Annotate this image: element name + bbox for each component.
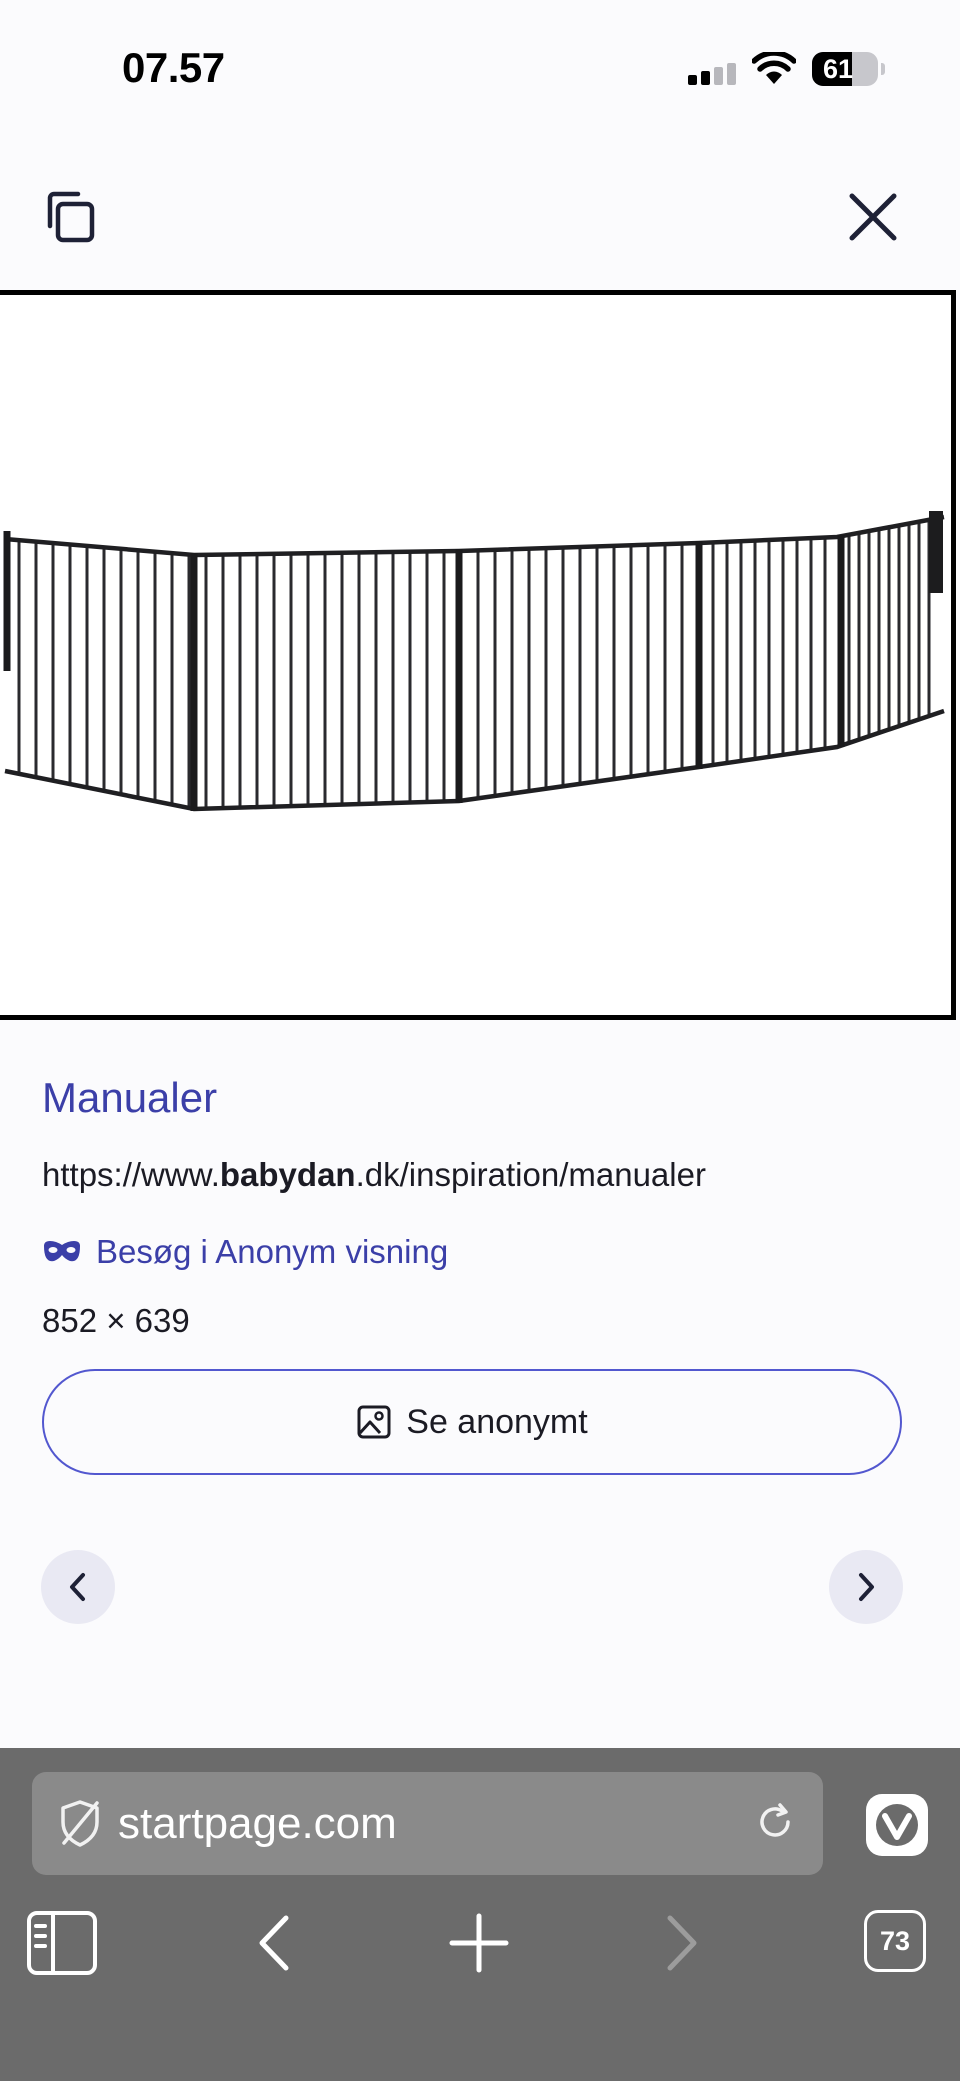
reload-icon[interactable] (755, 1802, 795, 1842)
wifi-icon (752, 52, 796, 84)
url-suffix: .dk/inspiration/manualer (355, 1156, 706, 1193)
panel-icon[interactable] (26, 1910, 100, 1976)
address-text[interactable]: startpage.com (118, 1799, 397, 1849)
forward-arrow-icon[interactable] (660, 1910, 704, 1976)
view-anonymously-button[interactable]: Se anonymt (42, 1369, 902, 1475)
previous-image-button[interactable] (41, 1550, 115, 1624)
chevron-right-icon (859, 1573, 874, 1601)
address-bar[interactable]: startpage.com (32, 1772, 823, 1875)
tab-count-button[interactable]: 73 (864, 1910, 926, 1972)
battery-icon: 61 (812, 52, 885, 86)
shield-slash-icon[interactable] (58, 1799, 102, 1849)
copy-button[interactable] (40, 186, 102, 248)
result-title[interactable]: Manualer (42, 1074, 217, 1122)
copy-icon (47, 191, 95, 243)
back-arrow-icon[interactable] (252, 1910, 296, 1976)
battery-percent: 61 (822, 54, 854, 84)
image-viewer[interactable] (0, 290, 956, 1020)
anonymous-view-label: Besøg i Anonym visning (96, 1233, 449, 1270)
baby-gate-image (3, 511, 945, 812)
image-icon (357, 1405, 391, 1439)
view-anonymously-label: Se anonymt (406, 1402, 588, 1441)
status-time: 07.57 (122, 44, 225, 91)
url-prefix: https://www. (42, 1156, 220, 1193)
signal-icon (688, 63, 736, 85)
close-button[interactable] (842, 186, 904, 248)
plus-icon[interactable] (448, 1910, 510, 1976)
mask-icon (44, 1241, 80, 1262)
result-url[interactable]: https://www.babydan.dk/inspiration/manua… (42, 1156, 706, 1194)
vivaldi-menu-button[interactable] (866, 1794, 928, 1856)
url-domain: babydan (219, 1156, 356, 1193)
image-dimensions: 852 × 639 (42, 1302, 190, 1339)
chevron-left-icon (70, 1573, 85, 1601)
anonymous-view-link[interactable]: Besøg i Anonym visning (42, 1232, 448, 1272)
vivaldi-icon (876, 1804, 918, 1846)
close-icon (849, 193, 897, 241)
next-image-button[interactable] (829, 1550, 903, 1624)
